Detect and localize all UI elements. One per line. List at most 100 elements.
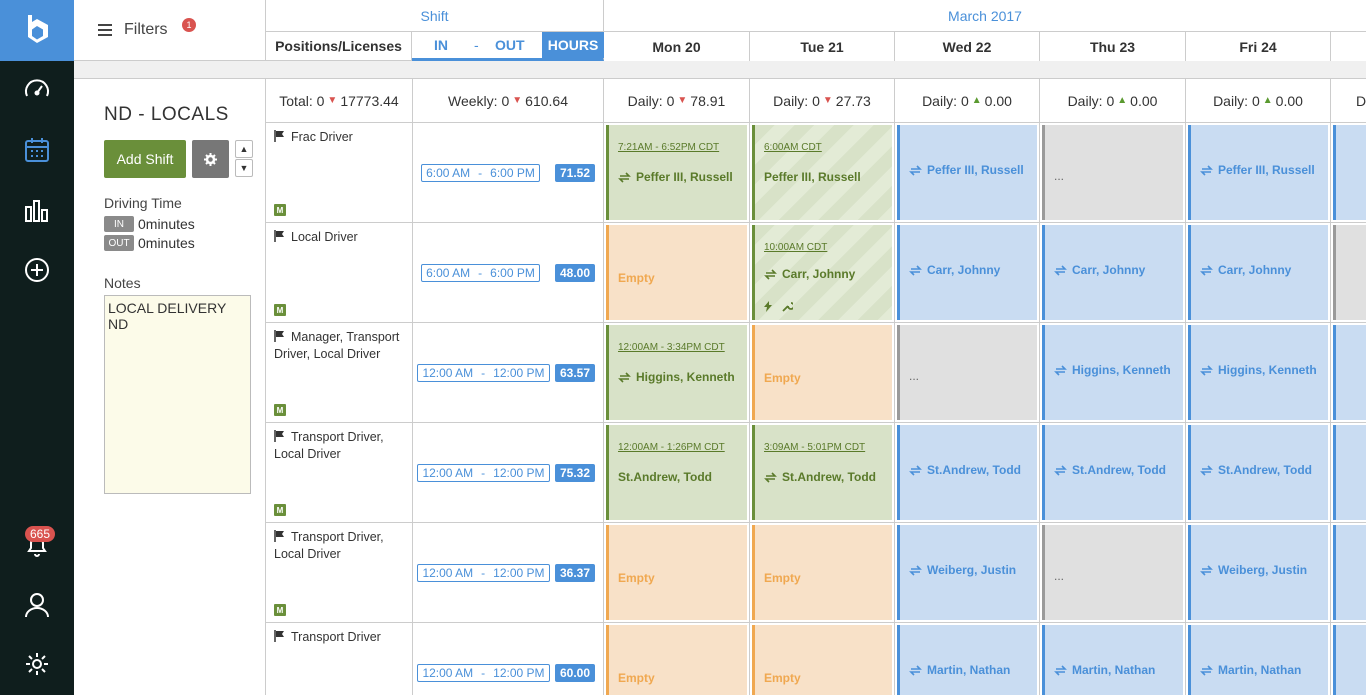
shift-day-cell[interactable]: Carr, Johnny [1186,223,1331,323]
assigned-driver[interactable]: Peffer III, Russell [764,170,861,184]
shift-actual-time[interactable]: 7:21AM - 6:52PM CDT [618,142,719,153]
shift-day-cell[interactable]: Weiberg, Justin [895,523,1040,623]
shift-block[interactable]: Empty [752,525,892,620]
assigned-driver[interactable]: Higgins, Kenneth [618,370,735,384]
shift-day-cell[interactable]: Empty [750,623,895,695]
shift-time-range[interactable]: 12:00 AM -12:00 PM [417,664,550,682]
assigned-driver[interactable]: Higgins, Kenneth [1200,363,1317,377]
dashboard-icon[interactable] [0,65,74,115]
position-cell[interactable]: Manager, Transport Driver, Local Driver M [266,323,413,423]
day-header-fri[interactable]: Fri 24 [1186,32,1331,61]
hours-toggle[interactable]: HOURS [542,32,604,58]
shift-day-cell[interactable]: 12:00AM - 1:26PM CDT St.Andrew, Todd [604,423,750,523]
assigned-driver[interactable]: Peffer III, Russell [909,163,1024,177]
shift-day-cell[interactable]: Carr, Johnny [895,223,1040,323]
app-logo[interactable] [0,0,74,61]
shift-day-cell-partial[interactable] [1331,623,1366,695]
assigned-driver[interactable]: Martin, Nathan [909,663,1010,677]
shift-day-cell[interactable]: ... [895,323,1040,423]
shift-actual-time[interactable]: 3:09AM - 5:01PM CDT [764,442,865,453]
shift-day-cell[interactable]: Empty [604,623,750,695]
shift-block[interactable]: Empty [752,625,892,695]
shift-block[interactable]: St.Andrew, Todd [1188,425,1328,520]
position-cell[interactable]: Transport Driver, Local Driver M [266,523,413,623]
shift-day-cell[interactable]: Martin, Nathan [1040,623,1186,695]
shift-block[interactable]: ... [897,325,1037,420]
shift-day-cell[interactable]: ... [1040,523,1186,623]
assigned-driver[interactable]: St.Andrew, Todd [618,470,712,484]
shift-block[interactable]: 7:21AM - 6:52PM CDT Peffer III, Russell [606,125,747,220]
move-up-button[interactable]: ▲ [235,140,253,158]
shift-block[interactable]: ... [1042,525,1183,620]
day-header-wed[interactable]: Wed 22 [895,32,1040,61]
assigned-driver[interactable]: Martin, Nathan [1200,663,1301,677]
shift-block[interactable]: Higgins, Kenneth [1188,325,1328,420]
assigned-driver[interactable]: Peffer III, Russell [1200,163,1315,177]
shift-day-cell[interactable]: Martin, Nathan [1186,623,1331,695]
shift-block[interactable] [1333,425,1366,520]
shift-day-cell-partial[interactable] [1331,223,1366,323]
shift-time-range[interactable]: 12:00 AM -12:00 PM [417,364,550,382]
shift-actual-time[interactable]: 12:00AM - 1:26PM CDT [618,442,725,453]
position-cell[interactable]: Transport Driver, Local Driver M [266,423,413,523]
shift-actual-time[interactable]: 6:00AM CDT [764,142,822,153]
day-header-tue[interactable]: Tue 21 [750,32,895,61]
assigned-driver[interactable]: St.Andrew, Todd [764,470,876,484]
shift-day-cell[interactable]: Empty [604,523,750,623]
shift-day-cell[interactable]: Higgins, Kenneth [1040,323,1186,423]
shift-day-cell[interactable]: Empty [750,323,895,423]
shift-block[interactable]: Empty [606,625,747,695]
shift-block[interactable]: St.Andrew, Todd [1042,425,1183,520]
reports-icon[interactable] [0,185,74,235]
shift-day-cell[interactable]: Martin, Nathan [895,623,1040,695]
out-toggle[interactable]: OUT [495,37,525,53]
shift-time-range[interactable]: 12:00 AM -12:00 PM [417,564,550,582]
shift-day-cell[interactable]: Carr, Johnny [1040,223,1186,323]
assigned-driver[interactable]: Martin, Nathan [1054,663,1155,677]
in-toggle[interactable]: IN [434,37,448,53]
shift-block[interactable]: 12:00AM - 1:26PM CDT St.Andrew, Todd [606,425,747,520]
position-cell[interactable]: Transport Driver [266,623,413,695]
shift-block[interactable]: Carr, Johnny [1042,225,1183,320]
shift-block[interactable]: ... [1042,125,1183,220]
shift-block[interactable]: Martin, Nathan [1042,625,1183,695]
settings-gear-icon[interactable] [0,639,74,689]
shift-time-range[interactable]: 6:00 AM -6:00 PM [421,164,540,182]
shift-day-cell-partial[interactable] [1331,323,1366,423]
shift-day-cell[interactable]: St.Andrew, Todd [1186,423,1331,523]
user-icon[interactable] [0,580,74,630]
shift-day-cell[interactable]: Empty [750,523,895,623]
assigned-driver[interactable]: Carr, Johnny [1054,263,1145,277]
shift-block[interactable] [1333,125,1366,220]
assigned-driver[interactable]: St.Andrew, Todd [909,463,1021,477]
shift-block[interactable] [1333,225,1366,320]
shift-day-cell-partial[interactable] [1331,523,1366,623]
position-cell[interactable]: Frac Driver M [266,123,413,223]
shift-block[interactable]: 3:09AM - 5:01PM CDT St.Andrew, Todd [752,425,892,520]
filters-button[interactable]: Filters 1 [74,0,266,61]
shift-block[interactable]: Martin, Nathan [1188,625,1328,695]
notes-textarea[interactable] [104,295,251,494]
shift-day-cell[interactable]: St.Andrew, Todd [895,423,1040,523]
assigned-driver[interactable]: Carr, Johnny [764,267,855,281]
shift-block[interactable]: Peffer III, Russell [1188,125,1328,220]
assigned-driver[interactable]: Carr, Johnny [909,263,1000,277]
calendar-icon[interactable] [0,125,74,175]
shift-block[interactable] [1333,625,1366,695]
shift-day-cell[interactable]: St.Andrew, Todd [1040,423,1186,523]
shift-block[interactable]: Peffer III, Russell [897,125,1037,220]
shift-actual-time[interactable]: 12:00AM - 3:34PM CDT [618,342,725,353]
shift-day-cell[interactable]: 10:00AM CDT Carr, Johnny [750,223,895,323]
shift-day-cell[interactable]: Weiberg, Justin [1186,523,1331,623]
day-header-mon[interactable]: Mon 20 [604,32,750,61]
shift-block[interactable]: Carr, Johnny [1188,225,1328,320]
shift-block[interactable] [1333,325,1366,420]
assigned-driver[interactable]: Weiberg, Justin [909,563,1016,577]
assigned-driver[interactable]: Carr, Johnny [1200,263,1291,277]
add-shift-button[interactable]: Add Shift [104,140,186,178]
shift-block[interactable]: 12:00AM - 3:34PM CDT Higgins, Kenneth [606,325,747,420]
shift-day-cell[interactable]: Peffer III, Russell [1186,123,1331,223]
shift-block[interactable] [1333,525,1366,620]
shift-day-cell-partial[interactable] [1331,123,1366,223]
shift-block[interactable]: Empty [752,325,892,420]
